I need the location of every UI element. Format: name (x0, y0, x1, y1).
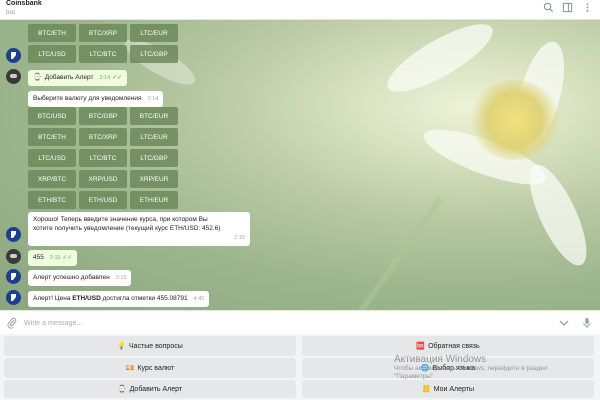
bot-logo-icon (11, 231, 16, 238)
user-avatar[interactable] (6, 249, 21, 264)
message-incoming[interactable]: Алерт! Цена ETH/USD достигла отметки 455… (28, 291, 210, 307)
button-label: Курс валют (137, 364, 175, 372)
message-time: 2:14 (147, 96, 159, 102)
language-button[interactable]: 🌐 Выбор языка (302, 358, 594, 378)
inline-button[interactable]: BTC/USD (28, 107, 76, 125)
message-composer (0, 310, 600, 334)
message-incoming[interactable]: Выберите валюту для уведомления 2:14 (28, 91, 164, 107)
my-alerts-button[interactable]: 📒 Мои Алерты (302, 380, 594, 398)
inline-button[interactable]: LTC/USD (28, 45, 76, 63)
message-text-line: хотите получить уведомление (текущий кур… (33, 225, 221, 232)
sidebar-icon[interactable] (562, 2, 573, 13)
inline-button[interactable]: LTC/EUR (130, 128, 178, 146)
inline-button[interactable]: ETH/USD (79, 191, 127, 209)
message-outgoing[interactable]: 455 2:15 ✓✓ (28, 250, 78, 266)
button-label: Выбор языка (432, 364, 476, 372)
bot-logo-icon (11, 52, 16, 59)
background-flower-center (470, 80, 560, 160)
inline-button[interactable]: LTC/GBP (130, 45, 178, 63)
microphone-icon[interactable] (581, 317, 593, 329)
bot-avatar[interactable] (6, 48, 21, 63)
reply-keyboard: 💡 Частые вопросы 🆘 Обратная связь 💴 Курс ва… (0, 334, 600, 400)
message-time: 4:45 (193, 296, 205, 302)
message-text: Алерт! Цена (33, 295, 73, 302)
background-stem (323, 196, 443, 310)
button-label: Обратная связь (428, 342, 480, 350)
message-text: Добавить Алерт (44, 74, 94, 81)
inline-keyboard-currency: BTC/USD BTC/GBP BTC/EUR BTC/ETH BTC/XRP … (28, 107, 178, 212)
button-label: Частые вопросы (128, 342, 183, 350)
faq-button[interactable]: 💡 Частые вопросы (4, 336, 296, 356)
inline-button[interactable]: BTC/XRP (79, 128, 127, 146)
lightbulb-icon: 💡 (117, 343, 126, 350)
inline-button[interactable]: LTC/BTC (79, 149, 127, 167)
search-icon[interactable] (543, 2, 554, 13)
bot-avatar[interactable] (6, 269, 21, 284)
read-check-icon: ✓✓ (62, 255, 73, 261)
button-label: Мои Алерты (433, 385, 474, 393)
message-text: 455 (33, 254, 44, 261)
inline-button[interactable]: ETH/EUR (130, 191, 178, 209)
watch-icon: ⌚ (33, 74, 42, 81)
inline-keyboard-top: BTC/ETH BTC/XRP LTC/EUR LTC/USD LTC/BTC … (28, 24, 178, 66)
message-pair: ETH/USD (72, 295, 101, 302)
feedback-button[interactable]: 🆘 Обратная связь (302, 336, 594, 356)
inline-button[interactable]: BTC/ETH (28, 128, 76, 146)
inline-button[interactable]: BTC/XRP (79, 24, 127, 42)
message-time: 2:14 (99, 75, 111, 81)
bot-avatar[interactable] (6, 290, 21, 305)
globe-icon: 🌐 (420, 365, 430, 372)
chat-header: Coinsbank bot (0, 0, 600, 20)
inline-button[interactable]: BTC/EUR (130, 107, 178, 125)
rates-button[interactable]: 💴 Курс валют (4, 358, 296, 378)
message-outgoing[interactable]: ⌚ Добавить Алерт 2:14 ✓✓ (28, 70, 128, 86)
read-check-icon: ✓✓ (111, 75, 123, 81)
chat-subtitle: bot (6, 9, 16, 16)
inline-button[interactable]: XRP/BTC (28, 170, 76, 188)
inline-button[interactable]: XRP/USD (79, 170, 127, 188)
bot-logo-icon (11, 273, 16, 280)
message-text-line: Хорошо! Теперь введите значение курса, п… (33, 216, 208, 223)
feedback-icon: 🆘 (416, 343, 426, 350)
user-avatar[interactable] (6, 69, 21, 84)
inline-button[interactable]: LTC/BTC (79, 45, 127, 63)
inline-button[interactable]: LTC/GBP (130, 149, 178, 167)
chevron-down-icon[interactable] (558, 317, 570, 329)
inline-button[interactable]: BTC/ETH (28, 24, 76, 42)
message-time: 2:15 (49, 255, 61, 261)
message-incoming[interactable]: Алерт успешно добавлен 2:15 (28, 270, 132, 286)
bot-avatar[interactable] (6, 227, 21, 242)
message-input[interactable] (24, 316, 524, 330)
button-label: Добавить Алерт (129, 385, 183, 393)
bot-logo-icon (11, 294, 16, 301)
message-text: Выберите валюту для уведомления (33, 95, 142, 102)
folder-icon: 📒 (422, 386, 431, 393)
chat-history[interactable]: BTC/ETH BTC/XRP LTC/EUR LTC/USD LTC/BTC … (0, 20, 600, 310)
more-icon[interactable] (582, 2, 593, 13)
message-text: достигла отметки 455.08791 (100, 295, 188, 302)
message-time: 2:15 (115, 275, 127, 281)
message-time: 2:15 (234, 235, 245, 241)
inline-button[interactable]: LTC/USD (28, 149, 76, 167)
message-text: Алерт успешно добавлен (33, 274, 110, 281)
money-icon: 💴 (125, 365, 135, 372)
message-incoming[interactable]: Хорошо! Теперь введите значение курса, п… (28, 212, 250, 246)
add-alert-button[interactable]: ⌚ Добавить Алерт (4, 380, 296, 398)
chat-title[interactable]: Coinsbank (6, 0, 42, 7)
inline-button[interactable]: XRP/EUR (130, 170, 178, 188)
inline-button[interactable]: ETH/BTC (28, 191, 76, 209)
inline-button[interactable]: BTC/GBP (79, 107, 127, 125)
inline-button[interactable]: LTC/EUR (130, 24, 178, 42)
attach-icon[interactable] (6, 317, 18, 329)
watch-icon: ⌚ (117, 386, 127, 393)
background-petal (518, 157, 598, 273)
